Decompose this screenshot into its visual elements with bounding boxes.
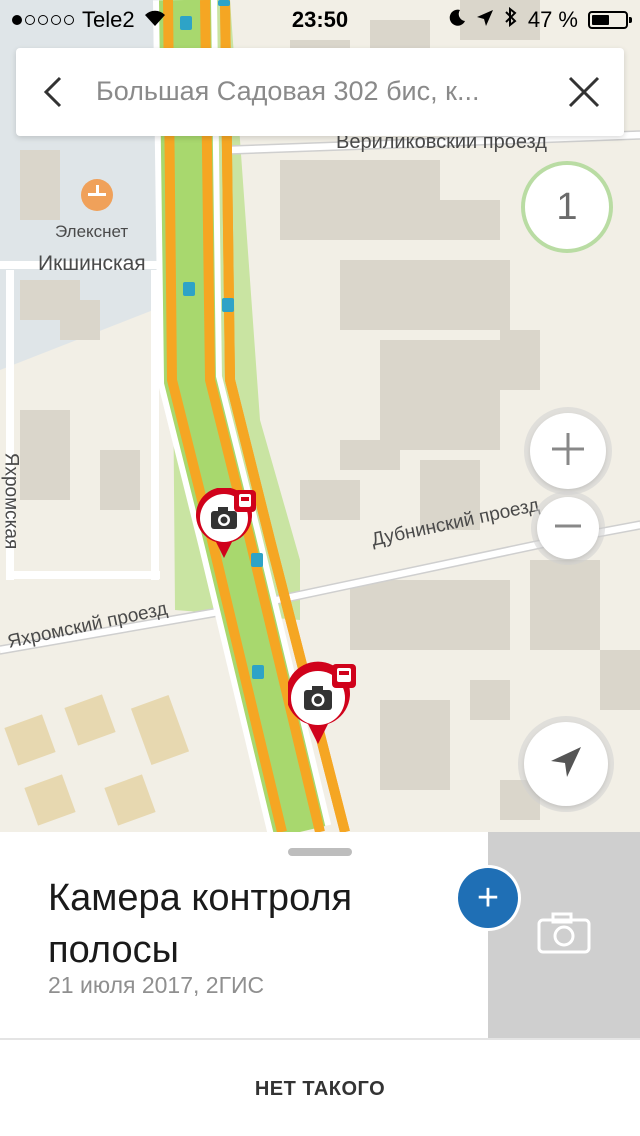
zoom-out-button[interactable]	[537, 497, 599, 559]
add-photo-button[interactable]: +	[458, 868, 518, 928]
layers-count-button[interactable]: 1	[521, 161, 613, 253]
zoom-in-button[interactable]	[530, 413, 606, 489]
not-exists-button[interactable]: НЕТ ТАКОГО	[0, 1078, 640, 1101]
location-arrow-icon	[476, 7, 494, 33]
street-label-ikshinskaya: Икшинская	[38, 252, 146, 275]
my-location-button[interactable]	[524, 722, 608, 806]
close-icon	[564, 76, 604, 116]
search-query[interactable]: Большая Садовая 302 бис, к...	[96, 76, 546, 107]
place-title: Камера контроля полосы	[48, 877, 353, 971]
footer: НЕТ ТАКОГО	[0, 1038, 640, 1136]
drag-handle[interactable]	[288, 848, 352, 856]
street-label-yakhromskaya: Яхромская	[0, 452, 22, 550]
do-not-disturb-icon	[448, 7, 466, 33]
back-chevron-icon	[36, 76, 76, 116]
plus-icon	[550, 431, 586, 472]
place-subtitle: 21 июля 2017, 2ГИС	[48, 972, 265, 998]
camera-icon	[537, 912, 591, 959]
minus-icon	[553, 511, 583, 546]
poi-label-elecknet[interactable]: Элекснет	[55, 222, 128, 242]
place-card[interactable]: Камера контроля полосы 21 июля 2017, 2ГИ…	[0, 832, 640, 1038]
status-bar: Tele2 23:50 47 %	[0, 0, 640, 40]
close-button[interactable]	[564, 72, 604, 112]
camera-marker-2[interactable]	[286, 660, 358, 748]
camera-marker-1[interactable]	[196, 487, 260, 568]
search-bar[interactable]: Большая Садовая 302 бис, к...	[16, 48, 624, 136]
location-arrow-icon	[549, 745, 583, 784]
back-button[interactable]	[36, 72, 76, 112]
battery-percent: 47 %	[527, 7, 578, 32]
battery-icon	[588, 11, 632, 29]
bluetooth-icon	[504, 6, 518, 33]
photo-placeholder[interactable]	[488, 832, 640, 1038]
